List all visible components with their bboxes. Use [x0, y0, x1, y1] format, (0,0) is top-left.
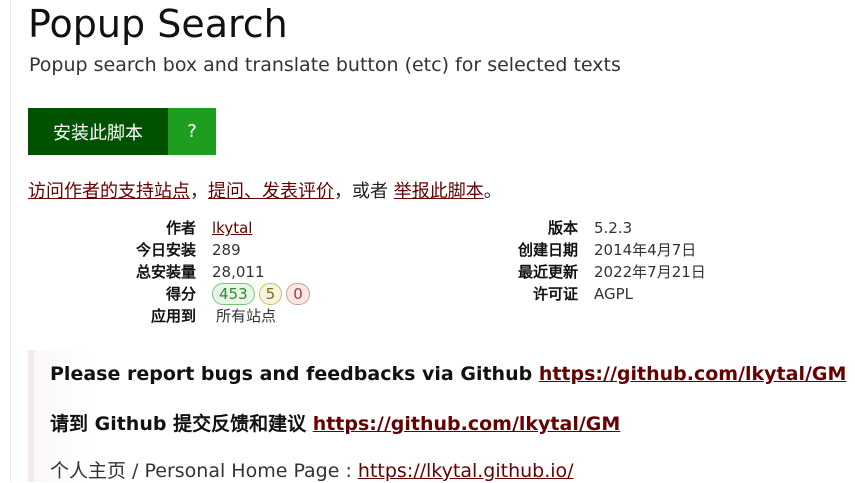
support-site-link[interactable]: 访问作者的支持站点 — [28, 181, 190, 202]
version-value: 5.2.3 — [594, 219, 633, 237]
additional-info-block: Please report bugs and feedbacks via Git… — [28, 350, 855, 482]
meta-row-daily-installs: 今日安装 289 — [60, 239, 310, 261]
daily-installs-value: 289 — [212, 241, 241, 259]
links-separator: ， — [190, 181, 208, 202]
bug-report-line: Please report bugs and feedbacks via Git… — [50, 363, 846, 385]
page-left-border — [0, 0, 11, 482]
meta-row-license: 许可证 AGPL — [460, 283, 706, 305]
install-area: 安装此脚本 ? — [28, 108, 216, 155]
applies-to-value: 所有站点 — [216, 307, 277, 325]
home-page-line: 个人主页 / Personal Home Page : https://lkyt… — [50, 456, 574, 483]
github-link-cn[interactable]: https://github.com/lkytal/GM — [313, 413, 621, 435]
created-label: 创建日期 — [517, 241, 578, 259]
feedback-link[interactable]: 提问、发表评价 — [208, 181, 334, 202]
ok-ratings-badge[interactable]: 5 — [258, 283, 283, 305]
meta-row-version: 版本 5.2.3 — [460, 217, 706, 239]
license-label: 许可证 — [532, 285, 578, 303]
install-script-button[interactable]: 安装此脚本 — [28, 108, 168, 155]
version-label: 版本 — [547, 219, 578, 237]
meta-row-author: 作者 lkytal — [60, 217, 310, 239]
ratings-label: 得分 — [165, 285, 196, 303]
meta-row-ratings: 得分 453 5 0 — [60, 283, 310, 305]
license-value: AGPL — [594, 285, 634, 303]
bad-ratings-badge[interactable]: 0 — [286, 283, 310, 305]
total-installs-value: 28,011 — [212, 263, 265, 281]
feedback-line-cn: 请到 Github 提交反馈和建议 https://github.com/lky… — [50, 409, 620, 436]
meta-row-applies-to: 应用到 所有站点 — [60, 305, 310, 327]
home-page-link[interactable]: https://lkytal.github.io/ — [358, 460, 574, 482]
script-stats-right: 版本 5.2.3 创建日期 2014年4月7日 最近更新 2022年7月21日 … — [460, 217, 706, 305]
bug-report-text: Please report bugs and feedbacks via Git… — [50, 363, 539, 385]
report-script-link[interactable]: 举报此脚本 — [394, 181, 484, 202]
applies-to-label: 应用到 — [150, 307, 196, 325]
created-value: 2014年4月7日 — [594, 241, 697, 259]
links-end: 。 — [483, 181, 502, 202]
meta-row-total-installs: 总安装量 28,011 — [60, 261, 310, 283]
author-link[interactable]: lkytal — [212, 219, 252, 237]
script-stats-left: 作者 lkytal 今日安装 289 总安装量 28,011 得分 453 5 … — [60, 217, 310, 327]
script-links: 访问作者的支持站点，提问、发表评价，或者 举报此脚本。 — [28, 177, 502, 203]
good-ratings-badge[interactable]: 453 — [212, 283, 255, 305]
script-title: Popup Search — [28, 2, 288, 46]
github-link[interactable]: https://github.com/lkytal/GM — [539, 363, 847, 385]
updated-value: 2022年7月21日 — [594, 263, 706, 281]
feedback-text-cn: 请到 Github 提交反馈和建议 — [50, 413, 313, 435]
author-label: 作者 — [165, 219, 196, 237]
script-description: Popup search box and translate button (e… — [29, 54, 621, 76]
meta-row-updated: 最近更新 2022年7月21日 — [460, 261, 706, 283]
home-page-text: 个人主页 / Personal Home Page : — [50, 460, 358, 482]
meta-row-created: 创建日期 2014年4月7日 — [460, 239, 706, 261]
total-installs-label: 总安装量 — [135, 263, 196, 281]
install-help-button[interactable]: ? — [168, 108, 216, 155]
links-separator: ，或者 — [334, 181, 394, 202]
updated-label: 最近更新 — [517, 263, 578, 281]
daily-installs-label: 今日安装 — [135, 241, 196, 259]
